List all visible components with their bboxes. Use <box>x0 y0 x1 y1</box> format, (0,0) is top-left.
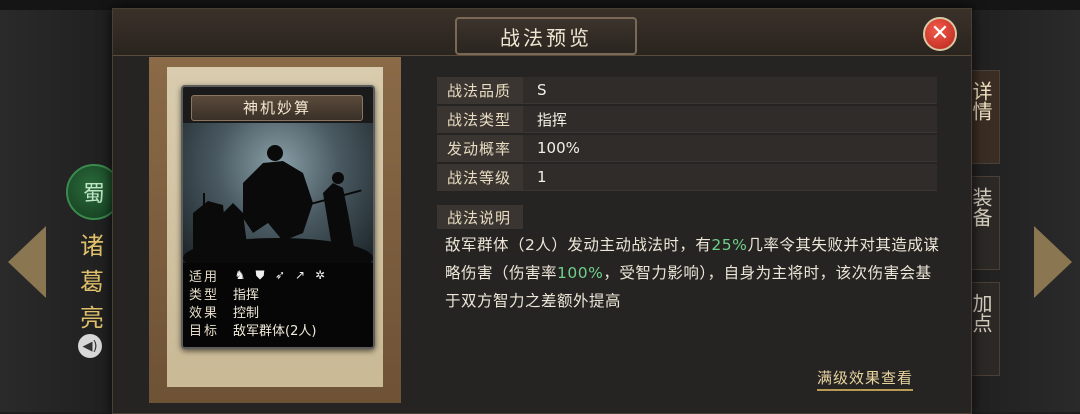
stat-value: 100% <box>537 139 580 157</box>
stat-row-type: 战法类型 指挥 <box>437 106 937 133</box>
info-value: 敌军群体(2人) <box>233 323 317 339</box>
stat-row-probability: 发动概率 100% <box>437 135 937 162</box>
info-value: 控制 <box>233 305 260 321</box>
stat-value: 1 <box>537 168 547 186</box>
speaker-icon: ◀) <box>82 338 98 354</box>
hero-name-char: 葛 <box>80 268 104 296</box>
trigger-rate: 25% <box>711 236 748 254</box>
info-row-type: 类型 指挥 <box>189 285 260 303</box>
spear-icon: ↗ <box>294 268 306 282</box>
info-row-target: 目标 敌军群体(2人) <box>189 321 317 339</box>
stat-label: 发动概率 <box>437 135 523 161</box>
battle-silhouette-icon <box>183 145 373 278</box>
close-button[interactable]: ✕ <box>923 17 957 51</box>
damage-rate: 100% <box>557 264 604 282</box>
dialog-title: 战法预览 <box>455 17 637 55</box>
close-icon: ✕ <box>930 21 950 46</box>
hero-name: 诸 葛 亮 <box>78 228 106 336</box>
hero-name-char: 诸 <box>80 232 104 260</box>
skill-card-name: 神机妙算 <box>191 95 363 121</box>
dialog-header: 战法预览 ✕ <box>113 9 971 56</box>
skill-card-info: 适用 ♞ ⛊ ➶ ↗ ✲ 类型 指挥 效果 控制 目标 敌军群体(2人) <box>183 263 373 347</box>
info-key: 目标 <box>189 323 220 339</box>
info-value: 指挥 <box>233 287 260 303</box>
stat-value: S <box>537 81 547 99</box>
wheel-icon: ✲ <box>314 268 326 282</box>
stat-label: 战法类型 <box>437 106 523 132</box>
info-key: 类型 <box>189 287 220 303</box>
info-row-effect: 效果 控制 <box>189 303 260 321</box>
max-level-effect-link[interactable]: 满级效果查看 <box>817 367 914 391</box>
stat-label: 战法品质 <box>437 77 523 103</box>
stat-row-level: 战法等级 1 <box>437 164 937 191</box>
description-label: 战法说明 <box>437 205 523 229</box>
voice-button[interactable]: ◀) <box>78 334 102 358</box>
skill-preview-dialog: 战法预览 ✕ 神机妙算 适用 ♞ ⛊ ➶ ↗ ✲ 类型 指挥 效果 控制 目标 … <box>112 8 972 414</box>
bow-icon: ➶ <box>274 268 286 282</box>
description-part: 敌军群体（2人）发动主动战法时，有 <box>445 236 712 254</box>
info-row-applicable: 适用 ♞ ⛊ ➶ ↗ ✲ <box>189 267 327 285</box>
next-hero-arrow-icon[interactable] <box>1034 226 1072 298</box>
info-key: 效果 <box>189 305 220 321</box>
stat-row-quality: 战法品质 S <box>437 77 937 104</box>
previous-hero-arrow-icon[interactable] <box>8 226 46 298</box>
skill-card: 神机妙算 适用 ♞ ⛊ ➶ ↗ ✲ 类型 指挥 效果 控制 目标 敌军群体(2人… <box>181 85 375 349</box>
shield-icon: ⛊ <box>255 267 265 282</box>
stat-value: 指挥 <box>537 110 568 129</box>
stat-label: 战法等级 <box>437 164 523 190</box>
skill-card-illustration <box>183 123 373 278</box>
hero-name-char: 亮 <box>80 304 104 332</box>
unit-type-icons: ♞ ⛊ ➶ ↗ ✲ <box>233 267 327 283</box>
info-key: 适用 <box>189 269 220 285</box>
cavalry-icon: ♞ <box>234 268 246 282</box>
description-text: 敌军群体（2人）发动主动战法时，有25%几率令其失败并对其造成谋略伤害（伤害率1… <box>445 231 945 315</box>
